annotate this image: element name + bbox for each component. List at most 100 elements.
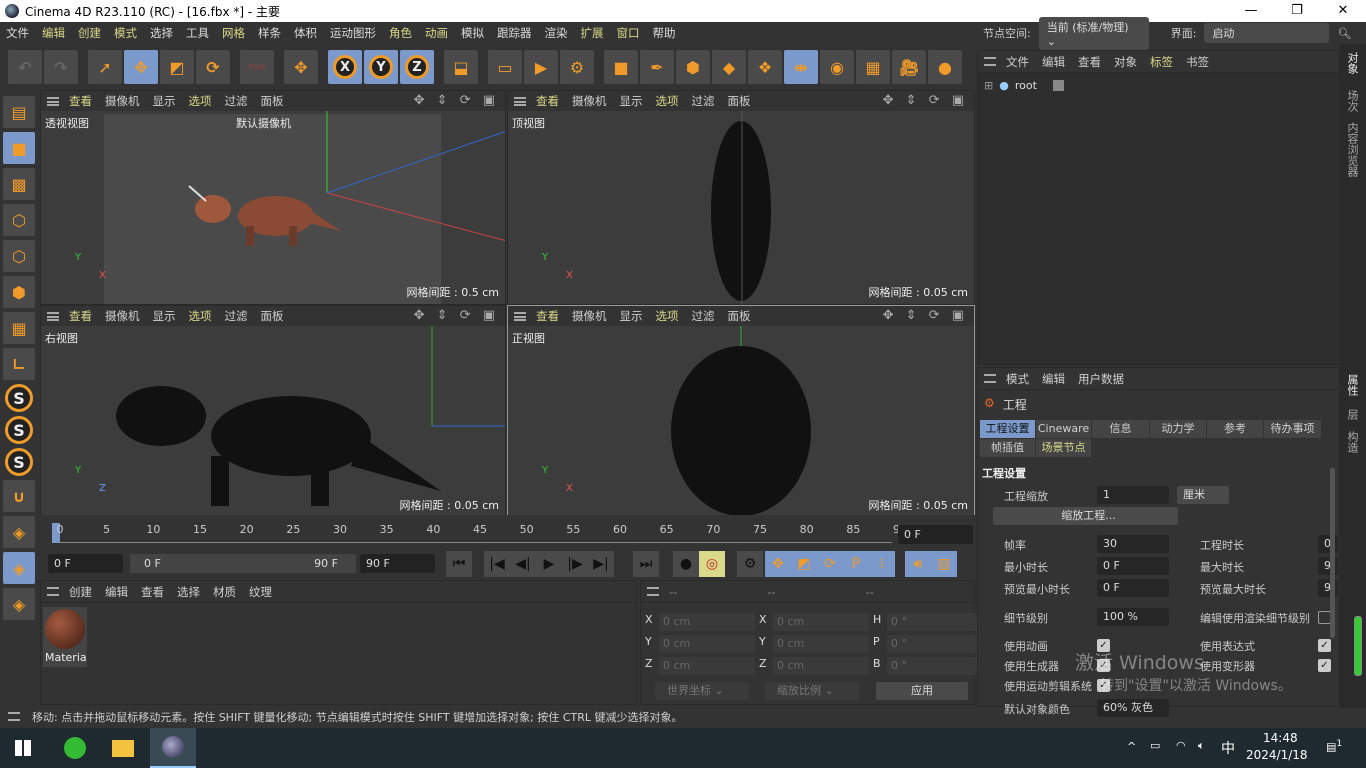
vertical-tab[interactable]: 对象 [1344,52,1360,74]
attribute-menu-item[interactable]: 编辑 [1042,371,1065,387]
menu-icon[interactable] [647,587,659,596]
edges-mode-button[interactable]: ⬡ [3,240,35,272]
viewport-menu-item[interactable]: 面板 [728,308,751,324]
z-axis-button[interactable]: Z [400,50,434,84]
vertical-tab[interactable]: 场次 [1344,90,1360,112]
viewport-nav-icons[interactable]: ✥ ⇕ ⟳ ▣ [883,308,968,323]
sound-button[interactable]: 🔊︎ [905,551,931,577]
size-field[interactable]: 0 cm [773,657,869,675]
end-frame-field[interactable]: 90 F [360,554,435,573]
position-field[interactable]: 0 cm [659,657,755,675]
autokey-button[interactable]: ◎ [699,551,725,577]
viewport-menu-item[interactable]: 选项 [656,93,679,109]
apply-button[interactable]: 应用 [876,682,968,700]
camera-label[interactable]: 默认摄像机 [236,115,291,131]
viewport-menu-item[interactable]: 摄像机 [105,308,140,324]
attribute-tab[interactable]: 信息 [1092,420,1150,438]
next-key-button[interactable]: ▶| [588,551,614,577]
material-menu-item[interactable]: 编辑 [105,584,128,600]
scale-mode-dropdown[interactable]: 缩放比例 ⌄ [765,682,859,700]
maximize-button[interactable]: ❐ [1274,0,1320,22]
redo-button[interactable]: ↷ [44,50,78,84]
render-settings-button[interactable]: ⚙ [560,50,594,84]
menu-icon[interactable] [514,96,526,106]
viewport-menu-item[interactable]: 显示 [153,308,176,324]
viewport-menu-item[interactable]: 查看 [536,308,559,324]
snap-s2-button[interactable]: S [5,416,33,444]
key-rotation-button[interactable]: ⟳ [817,551,843,577]
browser-icon[interactable] [52,728,98,768]
subdivision-button[interactable]: ⬢ [676,50,710,84]
rotation-field[interactable]: 0 ° [887,613,983,631]
viewport-menu-item[interactable]: 摄像机 [105,93,140,109]
clock-time[interactable]: 14:48 [1263,731,1298,745]
attribute-tab[interactable]: 参考 [1207,420,1264,438]
node-space-dropdown[interactable]: 当前 (标准/物理) ⌄ [1038,16,1149,50]
minimize-button[interactable]: — [1228,0,1274,22]
menu-item[interactable]: 窗口 [617,25,640,41]
viewport-menu-item[interactable]: 过滤 [692,308,715,324]
model-mode-button[interactable]: ■ [3,132,35,164]
start-frame-field[interactable]: 0 F [48,554,123,573]
select-button[interactable]: ➚ [88,50,122,84]
lod-field[interactable]: 100 % [1097,608,1169,626]
viewport-right[interactable]: 查看 摄像机 显示 选项 过滤 面板 ✥ ⇕ ⟳ ▣ 右视图 网格间距 : 0.05 cm … [40,305,506,518]
attribute-tab[interactable]: Cineware [1036,420,1092,438]
attribute-menu-item[interactable]: 用户数据 [1078,371,1124,387]
material-menu-item[interactable]: 查看 [141,584,164,600]
live-move-button[interactable]: ✥ [284,50,318,84]
viewport-perspective[interactable]: 查看 摄像机 显示 选项 过滤 面板 ✥ ⇕ ⟳ ▣ 透视视图 默认摄像机 网格间距 : 0… [40,90,506,305]
menu-icon[interactable] [47,96,59,106]
snap-s3-button[interactable]: S [5,448,33,476]
menu-item[interactable]: 运动图形 [330,25,376,41]
camera-button[interactable]: 🎥︎ [892,50,926,84]
next-frame-button[interactable]: |▶ [562,551,588,577]
interface-dropdown[interactable]: 启动 [1204,23,1330,43]
psr-button[interactable]: PSR [240,50,274,84]
menu-item[interactable]: 动画 [425,25,448,41]
viewport-menu-item[interactable]: 选项 [189,93,212,109]
visibility-toggle[interactable] [1052,80,1064,91]
preview-min-field[interactable]: 0 F [1097,579,1169,597]
position-field[interactable]: 0 cm [659,635,755,653]
default-color-dropdown[interactable]: 60% 灰色 [1097,699,1169,717]
deformer-button[interactable]: ⇹ [784,50,818,84]
vertical-tab[interactable]: 构造 [1344,431,1360,453]
x-axis-button[interactable]: X [328,50,362,84]
move-button[interactable]: ✥ [124,50,158,84]
make-editable-button[interactable]: ▤ [3,96,35,128]
viewport-menu-item[interactable]: 过滤 [225,93,248,109]
menu-icon[interactable] [8,712,20,721]
position-field[interactable]: 0 cm [659,613,755,631]
ime-indicator[interactable]: 中 [1221,738,1235,758]
close-button[interactable]: ✕ [1320,0,1366,22]
viewport-front[interactable]: 查看 摄像机 显示 选项 过滤 面板 ✥ ⇕ ⟳ ▣ 正视图 网格间距 : 0.05 cm … [507,305,975,518]
pen-button[interactable]: ✒ [640,50,674,84]
tray-expand-icon[interactable]: ^ [1127,740,1136,753]
undo-button[interactable]: ↶ [8,50,42,84]
project-scale-field[interactable]: 1 [1097,486,1169,504]
rotation-field[interactable]: 0 ° [887,635,983,653]
key-pla-button[interactable]: ⁞ [869,551,895,577]
menu-item[interactable]: 模拟 [461,25,484,41]
menu-icon[interactable] [47,311,59,321]
magnet-button[interactable]: ∪ [3,480,35,512]
viewport-nav-icons[interactable]: ✥ ⇕ ⟳ ▣ [414,93,499,108]
object-menu-item[interactable]: 标签 [1150,54,1173,70]
viewport-menu-item[interactable]: 过滤 [225,308,248,324]
menu-item[interactable]: 文件 [6,25,29,41]
viewport-menu-item[interactable]: 摄像机 [572,93,607,109]
menu-item[interactable]: 编辑 [42,25,65,41]
menu-item[interactable]: 渲染 [545,25,568,41]
cinema4d-taskbar-icon[interactable] [150,728,196,768]
menu-item[interactable]: 选择 [150,25,173,41]
viewport-menu-item[interactable]: 查看 [536,93,559,109]
notification-icon[interactable]: ▤1 [1326,738,1342,754]
light-button[interactable]: ● [928,50,962,84]
texture-mode-button[interactable]: ▩ [3,168,35,200]
menu-item[interactable]: 创建 [78,25,101,41]
object-menu-item[interactable]: 编辑 [1042,54,1065,70]
go-to-end-button[interactable]: ⏭ [633,551,659,577]
attribute-menu-item[interactable]: 模式 [1006,371,1029,387]
viewport-menu-item[interactable]: 过滤 [692,93,715,109]
